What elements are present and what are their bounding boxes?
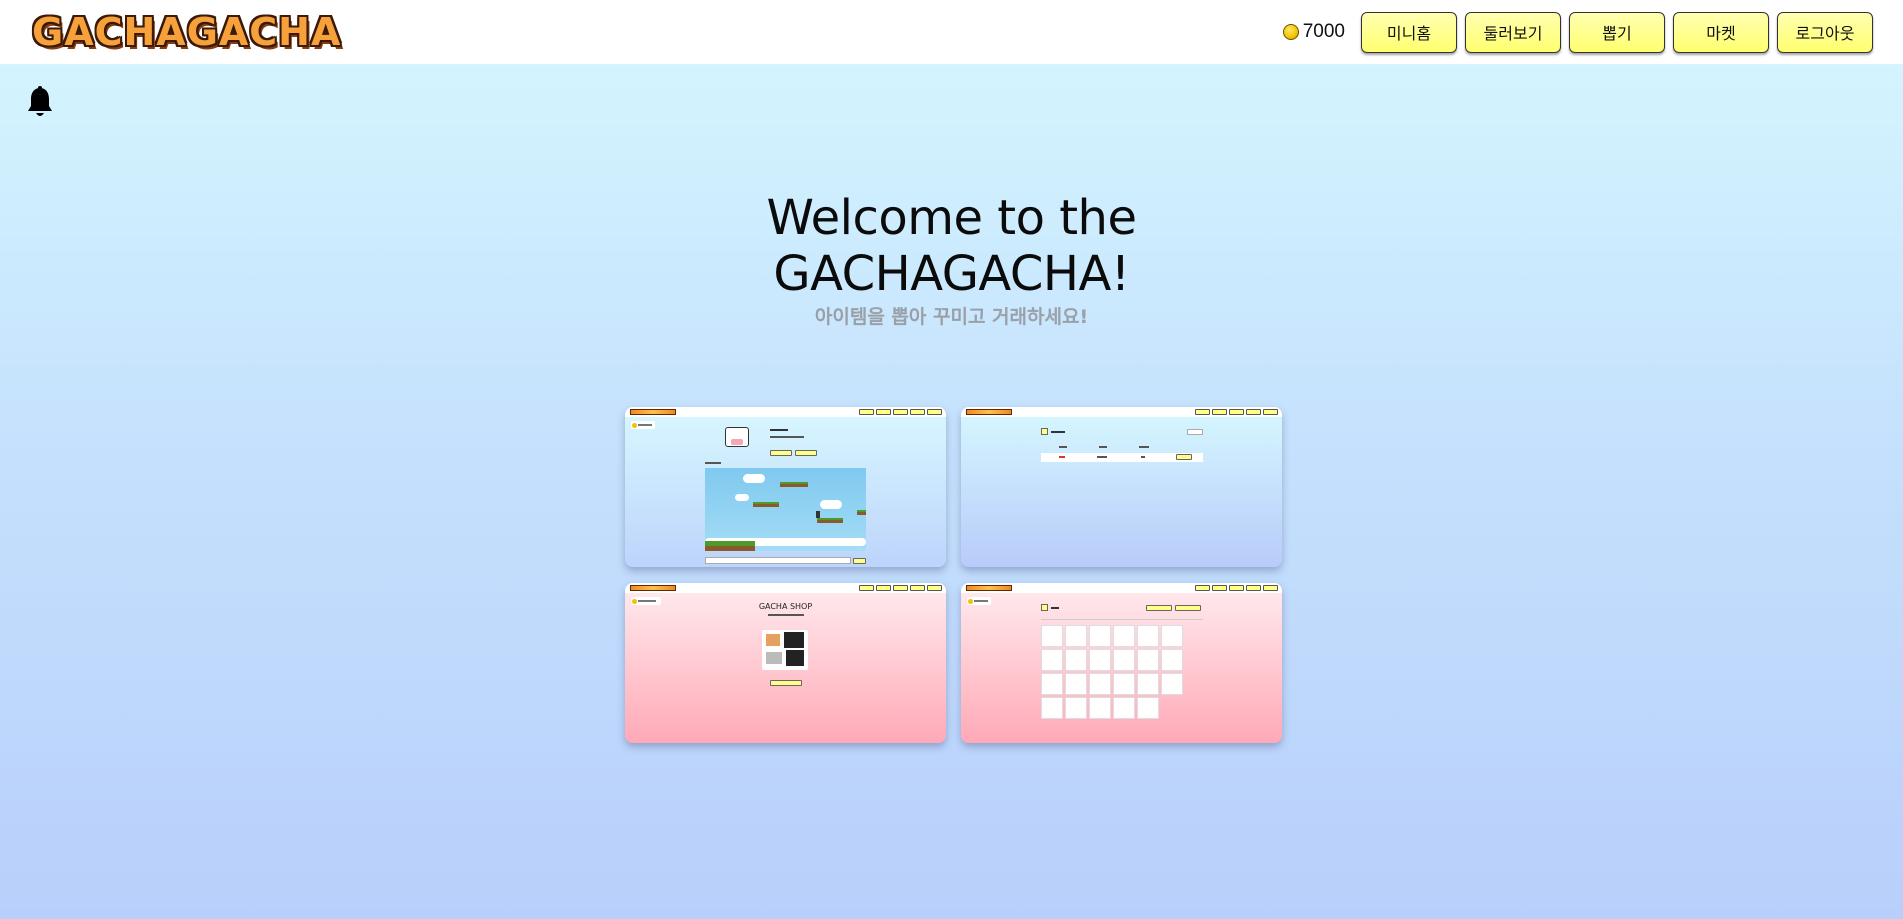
nav-minihome-button[interactable]: 미니홈	[1361, 11, 1457, 53]
mini-logo	[630, 409, 676, 415]
coin-icon	[1282, 24, 1299, 40]
preview-card-inventory	[961, 583, 1282, 743]
mini-header	[625, 583, 946, 593]
mini-table	[1041, 442, 1203, 464]
coin-amount: 7000	[1302, 21, 1345, 42]
top-navbar: GACHAGACHA 7000 미니홈 둘러보기 뽑기 마켓 로그아웃	[0, 0, 1903, 64]
mini-nav	[859, 409, 942, 415]
header-nav: 7000 미니홈 둘러보기 뽑기 마켓 로그아웃	[1282, 11, 1873, 53]
mini-header	[961, 583, 1282, 593]
mini-header	[961, 407, 1282, 417]
preview-card-gacha-shop: GACHA SHOP	[625, 583, 946, 743]
mini-cat-machine	[762, 630, 808, 670]
hero-section: Welcome to the GACHAGACHA! 아이템을 뽑아 꾸미고 거…	[0, 190, 1903, 329]
nav-gacha-button[interactable]: 뽑기	[1569, 11, 1665, 53]
preview-card-minihome	[625, 407, 946, 567]
nav-logout-button[interactable]: 로그아웃	[1777, 11, 1873, 53]
hero-title-line2: GACHAGACHA!	[773, 246, 1130, 302]
preview-gallery: GACHA SHOP	[625, 407, 1282, 743]
notification-bell-icon[interactable]	[25, 86, 55, 120]
hero-subtitle: 아이템을 뽑아 꾸미고 거래하세요!	[814, 306, 1089, 328]
mini-game-scene	[705, 468, 866, 551]
mini-coin	[631, 421, 655, 429]
nav-browse-button[interactable]: 둘러보기	[1465, 11, 1561, 53]
mini-inventory-grid	[1041, 625, 1203, 719]
site-logo[interactable]: GACHAGACHA	[32, 10, 341, 54]
coin-balance: 7000	[1282, 21, 1345, 43]
preview-card-browse	[961, 407, 1282, 567]
hero-title-line1: Welcome to the	[766, 190, 1137, 246]
mini-header	[625, 407, 946, 417]
mini-shop-title: GACHA SHOP	[758, 602, 813, 611]
nav-market-button[interactable]: 마켓	[1673, 11, 1769, 53]
mini-avatar	[725, 427, 749, 447]
